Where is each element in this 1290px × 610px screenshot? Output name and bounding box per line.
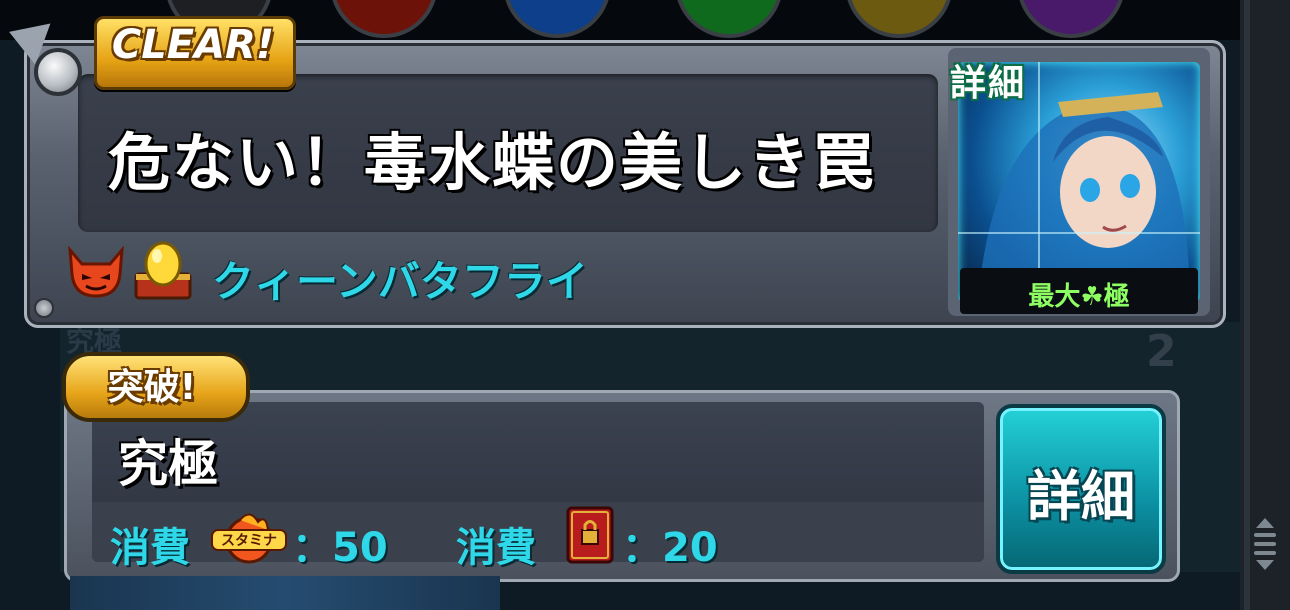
- difficulty-index: 2: [1146, 326, 1177, 377]
- book-cost-label: 消費: [456, 525, 536, 571]
- stamina-flame-icon: スタミナ: [211, 513, 287, 564]
- scroll-track: [1244, 0, 1250, 610]
- detail-button-label: 詳細: [1027, 465, 1135, 528]
- portrait-grid-line: [958, 232, 1200, 234]
- breach-badge-label: 突破!: [107, 367, 197, 408]
- boss-name-link[interactable]: クィーンバタフライ: [212, 248, 588, 309]
- next-row-preview: [70, 576, 500, 610]
- metal-bolt-icon: [34, 48, 82, 96]
- difficulty-name: 究極: [118, 435, 218, 493]
- clear-badge-label: CLEAR!: [111, 22, 275, 68]
- book-cost-value: ：20: [622, 525, 718, 571]
- max-level-label: 最大☘極: [1028, 282, 1130, 312]
- scroll-up-icon: [1256, 518, 1274, 528]
- portrait-grid-line: [1038, 62, 1040, 272]
- devil-face-icon: [68, 245, 124, 298]
- golden-egg-chest-icon: [134, 241, 192, 300]
- small-bolt-icon: [34, 298, 54, 318]
- portrait-detail-label[interactable]: 詳細: [950, 54, 1026, 106]
- svg-text:スタミナ: スタミナ: [221, 533, 277, 549]
- red-lock-book-icon: [566, 506, 614, 564]
- scroll-down-icon: [1256, 560, 1274, 570]
- scroll-handle[interactable]: [1252, 518, 1278, 578]
- stamina-cost-label: 消費: [110, 525, 190, 571]
- stamina-cost-value: ：50: [292, 525, 388, 571]
- quest-title: 危ない！毒水蝶の美しき罠: [108, 126, 877, 199]
